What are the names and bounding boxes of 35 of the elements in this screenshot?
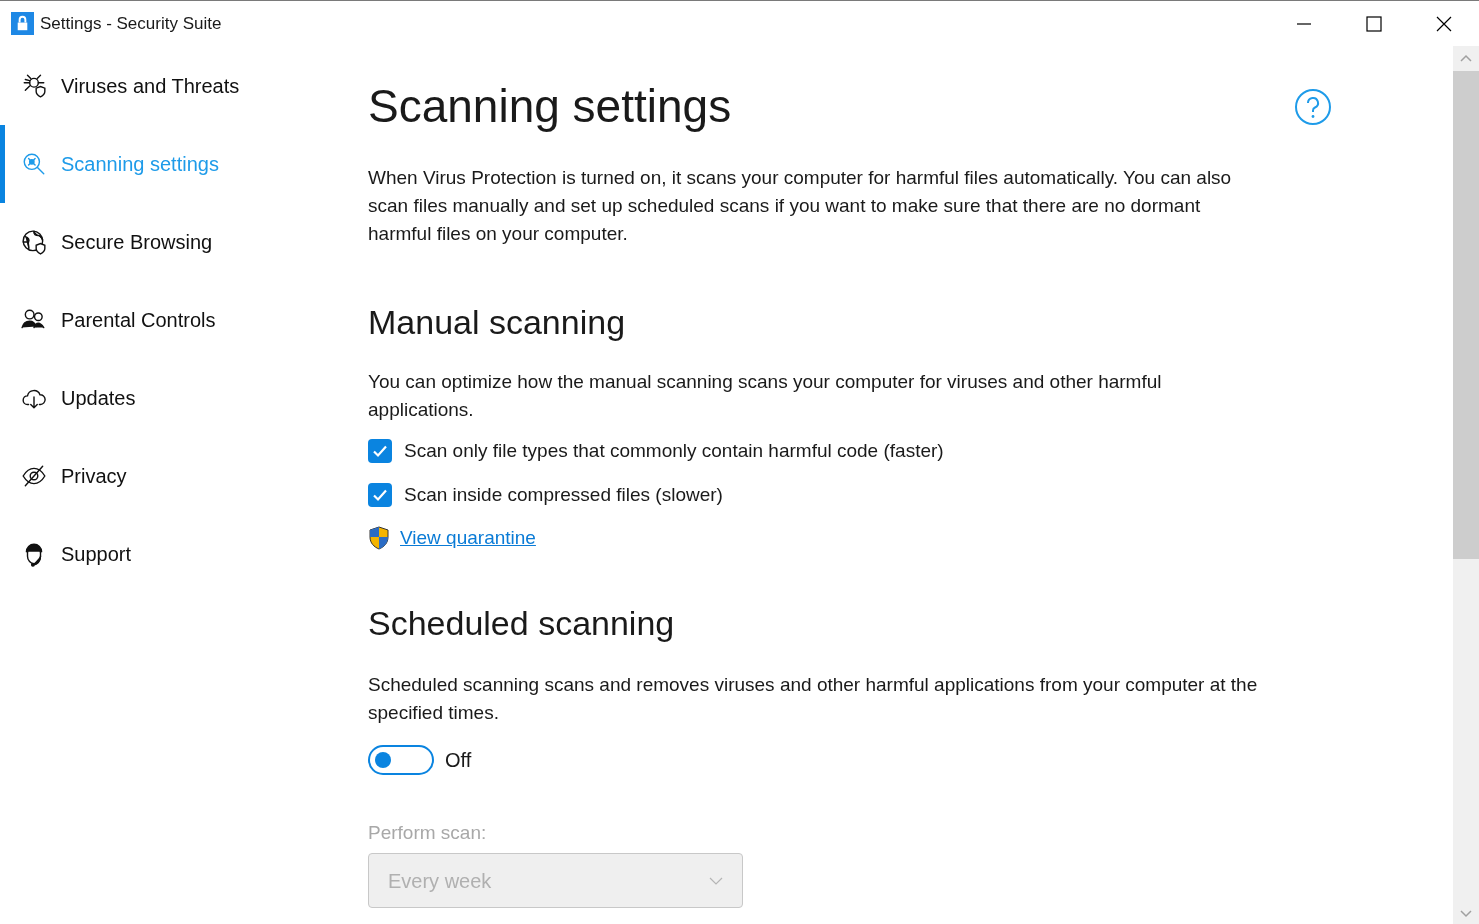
sidebar-item[interactable]: Updates	[0, 359, 330, 437]
maximize-icon	[1366, 15, 1382, 32]
field-label: Perform scan:	[368, 820, 488, 845]
globe-icon	[21, 229, 47, 255]
sidebar-item[interactable]: Support	[0, 515, 330, 593]
checkbox[interactable]	[368, 439, 392, 464]
sidebar-item[interactable]: Parental Controls	[0, 281, 330, 359]
shield-icon	[368, 526, 390, 551]
scrollbar[interactable]	[1453, 46, 1479, 924]
checkmark-icon	[372, 443, 388, 460]
chevron-down-icon	[709, 876, 723, 885]
checkbox-label: Scan only file types that commonly contain harmful code (faster)	[404, 439, 944, 463]
eye-slash-icon	[21, 463, 47, 489]
bug-icon	[21, 73, 47, 99]
view-quarantine-link[interactable]: View quarantine	[400, 524, 536, 553]
close-icon	[1436, 15, 1452, 32]
toggle-switch[interactable]	[368, 744, 434, 775]
section-description: You can optimize how the manual scanning scans your computer for viruses and other harmful applications.	[368, 370, 1163, 422]
minimize-icon	[1296, 22, 1312, 25]
scrollbar-thumb[interactable]	[1453, 71, 1479, 559]
section-heading: Scheduled scanning	[368, 602, 676, 644]
section-description: Scheduled scanning scans and removes viruses and other harmful applications from your computer at the specified times.	[368, 672, 1259, 725]
checkbox-label: Scan inside compressed files (slower)	[404, 482, 723, 507]
help-icon[interactable]	[1294, 88, 1332, 126]
section-heading: Manual scanning	[368, 302, 627, 343]
intro-text: When Virus Protection is turned on, it scans your computer for harmful files automatically. You can also scan files manually and set up scheduled scans if you want to make sure that there are no dormant harmful files on your computer.	[368, 166, 1233, 246]
sidebar-item[interactable]: Secure Browsing	[0, 203, 330, 281]
checkbox[interactable]	[368, 482, 392, 507]
window-title: Settings - Security Suite	[40, 12, 222, 35]
lock-icon	[11, 12, 34, 35]
toggle-label: Off	[445, 747, 472, 773]
sidebar-item[interactable]: Viruses and Threats	[0, 47, 330, 125]
search-icon	[21, 151, 47, 177]
sidebar-item[interactable]: Privacy	[0, 437, 330, 515]
page-title: Scanning settings	[368, 79, 732, 134]
